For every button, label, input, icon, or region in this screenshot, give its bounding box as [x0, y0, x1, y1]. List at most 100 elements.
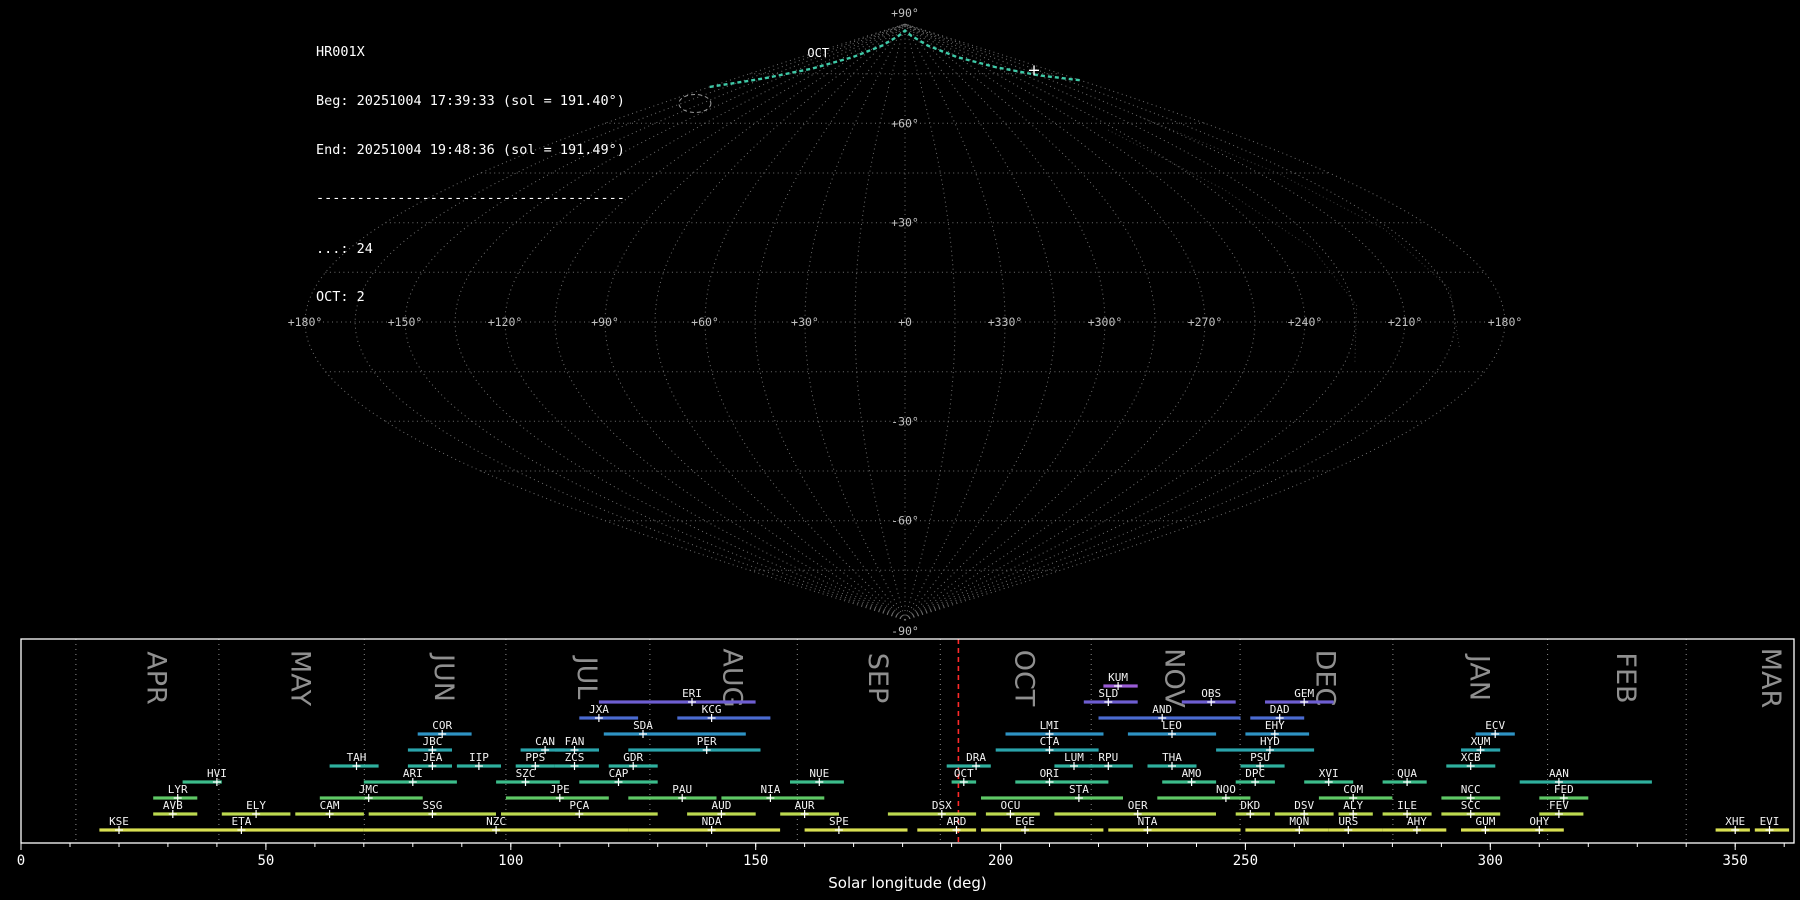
shower-activity-bar — [1015, 780, 1109, 784]
shower-activity-bar — [598, 700, 756, 704]
shower-code-label: URS — [1338, 815, 1358, 828]
shower-activity-bar — [1098, 716, 1241, 720]
shower-code-label: LMI — [1040, 719, 1060, 732]
shower-code-label: HYD — [1260, 735, 1280, 748]
shower-URS: URS — [1328, 815, 1383, 834]
shower-activity-bar — [887, 812, 977, 816]
shower-JEA: JEA — [407, 751, 452, 770]
begin-time: Beg: 20251004 17:39:33 (sol = 191.40°) — [316, 92, 625, 109]
shower-code-label: NTA — [1138, 815, 1158, 828]
shower-code-label: PCA — [569, 799, 589, 812]
shower-AHY: AHY — [1382, 815, 1447, 834]
drift-track — [1139, 116, 1461, 349]
shower-code-label: TAH — [347, 751, 367, 764]
lon-label: +180° — [1488, 315, 1523, 329]
shower-code-label: XUM — [1471, 735, 1491, 748]
shower-code-label: NZC — [486, 815, 506, 828]
month-label: MAY — [285, 650, 316, 707]
shower-code-label: IIP — [469, 751, 489, 764]
shower-LYR: LYR — [153, 783, 198, 802]
shower-activity-bar — [946, 764, 991, 768]
shower-activity-bar — [1157, 796, 1251, 800]
separator-line: -------------------------------------- — [316, 190, 625, 207]
shower-FEV: FEV — [1539, 799, 1584, 818]
count-oct: OCT: 2 — [316, 289, 365, 306]
shower-NIA: NIA — [721, 783, 825, 802]
shower-code-label: AHY — [1407, 815, 1427, 828]
shower-AAN: AAN — [1519, 767, 1652, 786]
shower-code-label: AUD — [711, 799, 731, 812]
shower-activity-bar — [1005, 732, 1104, 736]
shower-activity-bar — [804, 828, 908, 832]
shower-activity-bar — [1265, 700, 1334, 704]
shower-AND: AND — [1098, 703, 1241, 722]
shower-DSX: DSX — [887, 799, 977, 818]
oct-track-label: OCT — [807, 46, 829, 60]
shower-PCA: PCA — [501, 799, 658, 818]
shower-COR: COR — [417, 719, 472, 738]
month-label: APR — [140, 651, 171, 705]
shower-activity-bar — [628, 748, 761, 752]
lat-label: -90° — [891, 624, 919, 638]
shower-AUD: AUD — [687, 799, 756, 818]
x-axis-title: Solar longitude (deg) — [828, 874, 986, 892]
shower-code-label: CAM — [320, 799, 340, 812]
shower-code-label: AMO — [1182, 767, 1202, 780]
month-label: FEB — [1610, 652, 1641, 703]
shower-JPE: JPE — [505, 783, 609, 802]
shower-bars: KSE ETA NZC NDA SPE ARD EGE NTA MON URS AHY GUM OHY X… — [99, 671, 1790, 834]
lon-label: +30° — [791, 315, 819, 329]
shower-AVB: AVB — [153, 799, 198, 818]
month-label: DEC — [1310, 650, 1341, 707]
shower-code-label: NCC — [1461, 783, 1481, 796]
lon-label: +330° — [988, 315, 1023, 329]
month-label: SEP — [862, 653, 893, 703]
shower-activity-bar — [628, 796, 717, 800]
lat-label: -60° — [891, 514, 919, 528]
shower-code-label: PSU — [1250, 751, 1270, 764]
shower-code-label: SDA — [633, 719, 653, 732]
shower-NCC: NCC — [1441, 783, 1501, 802]
shower-code-label: MON — [1289, 815, 1309, 828]
shower-IIP: IIP — [456, 751, 501, 770]
shower-code-label: DPC — [1245, 767, 1265, 780]
month-label: JUL — [571, 655, 602, 700]
x-tick-label: 50 — [257, 853, 274, 869]
shower-activity-bar — [1216, 748, 1315, 752]
shower-activity-bar — [1108, 828, 1241, 832]
shower-CTA: CTA — [995, 735, 1099, 754]
shower-LUM: LUM — [1054, 751, 1094, 770]
shower-code-label: SLD — [1098, 687, 1118, 700]
shower-NZC: NZC — [363, 815, 629, 834]
shower-JBC: JBC — [407, 735, 452, 754]
observation-header: HR001X Beg: 20251004 17:39:33 (sol = 191… — [316, 12, 625, 338]
shower-code-label: CAN — [535, 735, 555, 748]
lon-label: +210° — [1388, 315, 1423, 329]
shower-FED: FED — [1539, 783, 1589, 802]
shower-code-label: AND — [1152, 703, 1172, 716]
shower-code-label: GEM — [1294, 687, 1314, 700]
shower-code-label: ERI — [682, 687, 702, 700]
shower-ORI: ORI — [1015, 767, 1109, 786]
shower-XHE: XHE — [1715, 815, 1750, 834]
shower-ELY: ELY — [221, 799, 291, 818]
shower-code-label: CAP — [609, 767, 629, 780]
shower-OCT: OCT — [951, 767, 977, 786]
shower-FAN: FAN — [554, 735, 599, 754]
shower-HYD: HYD — [1216, 735, 1315, 754]
lon-label: +0 — [898, 315, 912, 329]
shower-code-label: XVI — [1319, 767, 1339, 780]
shower-code-label: LUM — [1064, 751, 1084, 764]
shower-code-label: JBC — [422, 735, 442, 748]
shower-PER: PER — [628, 735, 761, 754]
shower-ARI: ARI — [363, 767, 457, 786]
shower-code-label: AUR — [795, 799, 815, 812]
shower-NOO: NOO — [1157, 783, 1251, 802]
shower-DSV: DSV — [1274, 799, 1334, 818]
shower-code-label: JPE — [550, 783, 570, 796]
shower-code-label: DAD — [1270, 703, 1290, 716]
shower-code-label: ETA — [231, 815, 251, 828]
month-label: JAN — [1463, 653, 1494, 701]
shower-code-label: SSG — [422, 799, 442, 812]
shower-MON: MON — [1245, 815, 1329, 834]
